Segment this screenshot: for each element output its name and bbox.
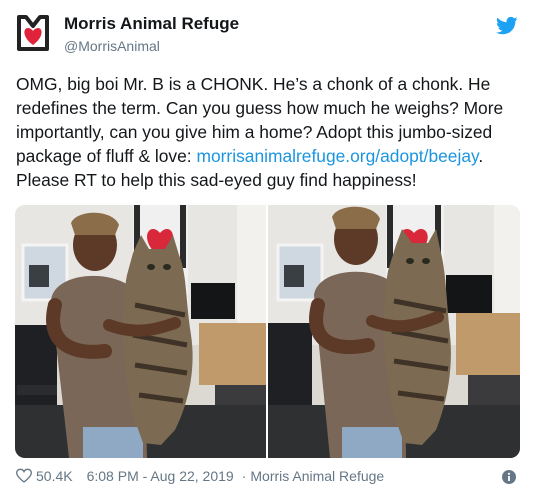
adopt-link[interactable]: morrisanimalrefuge.org/adopt/beejay (196, 146, 478, 166)
account-handle[interactable]: @MorrisAnimal (64, 38, 160, 54)
tweet-photo-2[interactable]: IS (268, 205, 520, 458)
account-name[interactable]: Morris Animal Refuge (64, 14, 239, 34)
tweet-source[interactable]: Morris Animal Refuge (250, 468, 384, 484)
footer-separator: · (241, 468, 247, 484)
tweet-timestamp[interactable]: 6:08 PM - Aug 22, 2019 (87, 468, 234, 484)
heart-icon[interactable] (15, 468, 33, 484)
tweet-card: Morris Animal Refuge @MorrisAnimal OMG, … (0, 0, 534, 497)
morris-logo-icon (17, 15, 49, 51)
like-count[interactable]: 50.4K (36, 468, 73, 484)
twitter-bird-icon[interactable] (495, 16, 518, 36)
account-avatar[interactable] (16, 14, 50, 52)
tweet-text: OMG, big boi Mr. B is a CHONK. He’s a ch… (16, 72, 521, 192)
tweet-media: IS (15, 205, 520, 458)
tweet-footer: 50.4K 6:08 PM - Aug 22, 2019 · Morris An… (15, 468, 384, 484)
tweet-photo-1[interactable]: IS (15, 205, 266, 458)
info-icon[interactable] (502, 470, 516, 484)
